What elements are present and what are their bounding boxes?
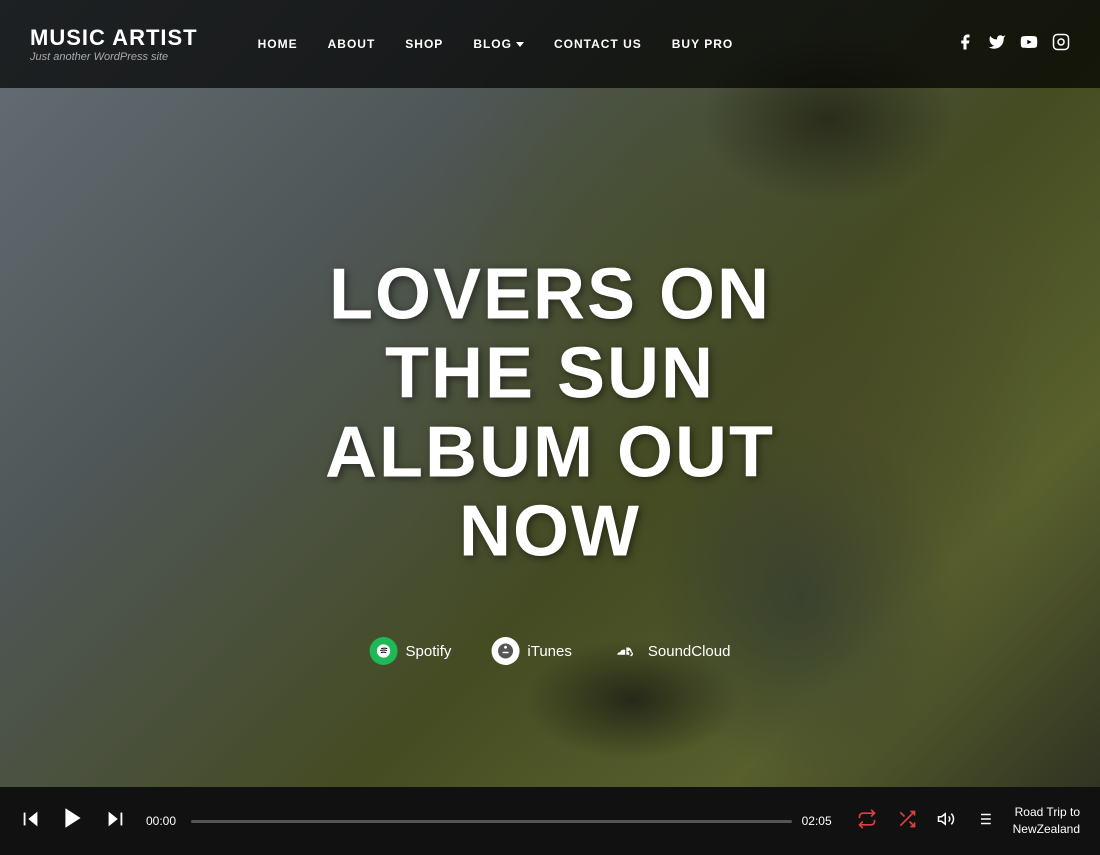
nav-home[interactable]: HOME (258, 37, 298, 51)
hero-content: LOVERS ON THE SUN ALBUM OUT NOW (275, 255, 825, 572)
spotify-icon (370, 637, 398, 665)
time-area: 00:00 02:05 (146, 814, 837, 828)
itunes-icon (491, 637, 519, 665)
streaming-links: Spotify iTunes SoundCloud (370, 637, 731, 665)
chevron-down-icon (516, 42, 524, 47)
playlist-icon[interactable] (975, 810, 993, 833)
nav-shop[interactable]: SHOP (405, 37, 443, 51)
nav-about[interactable]: ABOUT (328, 37, 376, 51)
hero-section: LOVERS ON THE SUN ALBUM OUT NOW Spotify … (0, 0, 1100, 795)
twitter-icon[interactable] (988, 33, 1006, 56)
itunes-link[interactable]: iTunes (491, 637, 571, 665)
player-bar: 00:00 02:05 Road Trip to NewZealand (0, 787, 1100, 855)
current-time: 00:00 (146, 814, 181, 828)
logo-title[interactable]: MUSIC ARTIST (30, 25, 198, 51)
nav-contact[interactable]: CONTACT US (554, 37, 642, 51)
now-playing: Road Trip to NewZealand (1013, 804, 1080, 838)
now-playing-line1: Road Trip to (1013, 804, 1080, 821)
play-button[interactable] (60, 805, 86, 837)
logo-area: MUSIC ARTIST Just another WordPress site (30, 25, 198, 63)
social-icons (956, 33, 1070, 56)
progress-bar[interactable] (191, 820, 792, 823)
volume-icon[interactable] (937, 810, 955, 833)
nav-blog[interactable]: BLOG (473, 37, 524, 51)
spotify-link[interactable]: Spotify (370, 637, 452, 665)
total-time: 02:05 (802, 814, 837, 828)
soundcloud-icon (612, 637, 640, 665)
main-nav: HOME ABOUT SHOP BLOG CONTACT US BUY PRO (258, 37, 956, 51)
soundcloud-link[interactable]: SoundCloud (612, 637, 731, 665)
player-controls (20, 805, 126, 837)
rewind-button[interactable] (20, 808, 42, 835)
facebook-icon[interactable] (956, 33, 974, 56)
nav-buy-pro[interactable]: BUY PRO (672, 37, 733, 51)
hero-title: LOVERS ON THE SUN ALBUM OUT NOW (275, 255, 825, 572)
header: MUSIC ARTIST Just another WordPress site… (0, 0, 1100, 88)
player-right-controls (857, 809, 993, 834)
youtube-icon[interactable] (1020, 33, 1038, 56)
repeat-icon[interactable] (857, 809, 877, 834)
logo-subtitle: Just another WordPress site (30, 51, 198, 63)
fast-forward-button[interactable] (104, 808, 126, 835)
shuffle-icon[interactable] (897, 809, 917, 834)
instagram-icon[interactable] (1052, 33, 1070, 56)
now-playing-line2: NewZealand (1013, 821, 1080, 838)
